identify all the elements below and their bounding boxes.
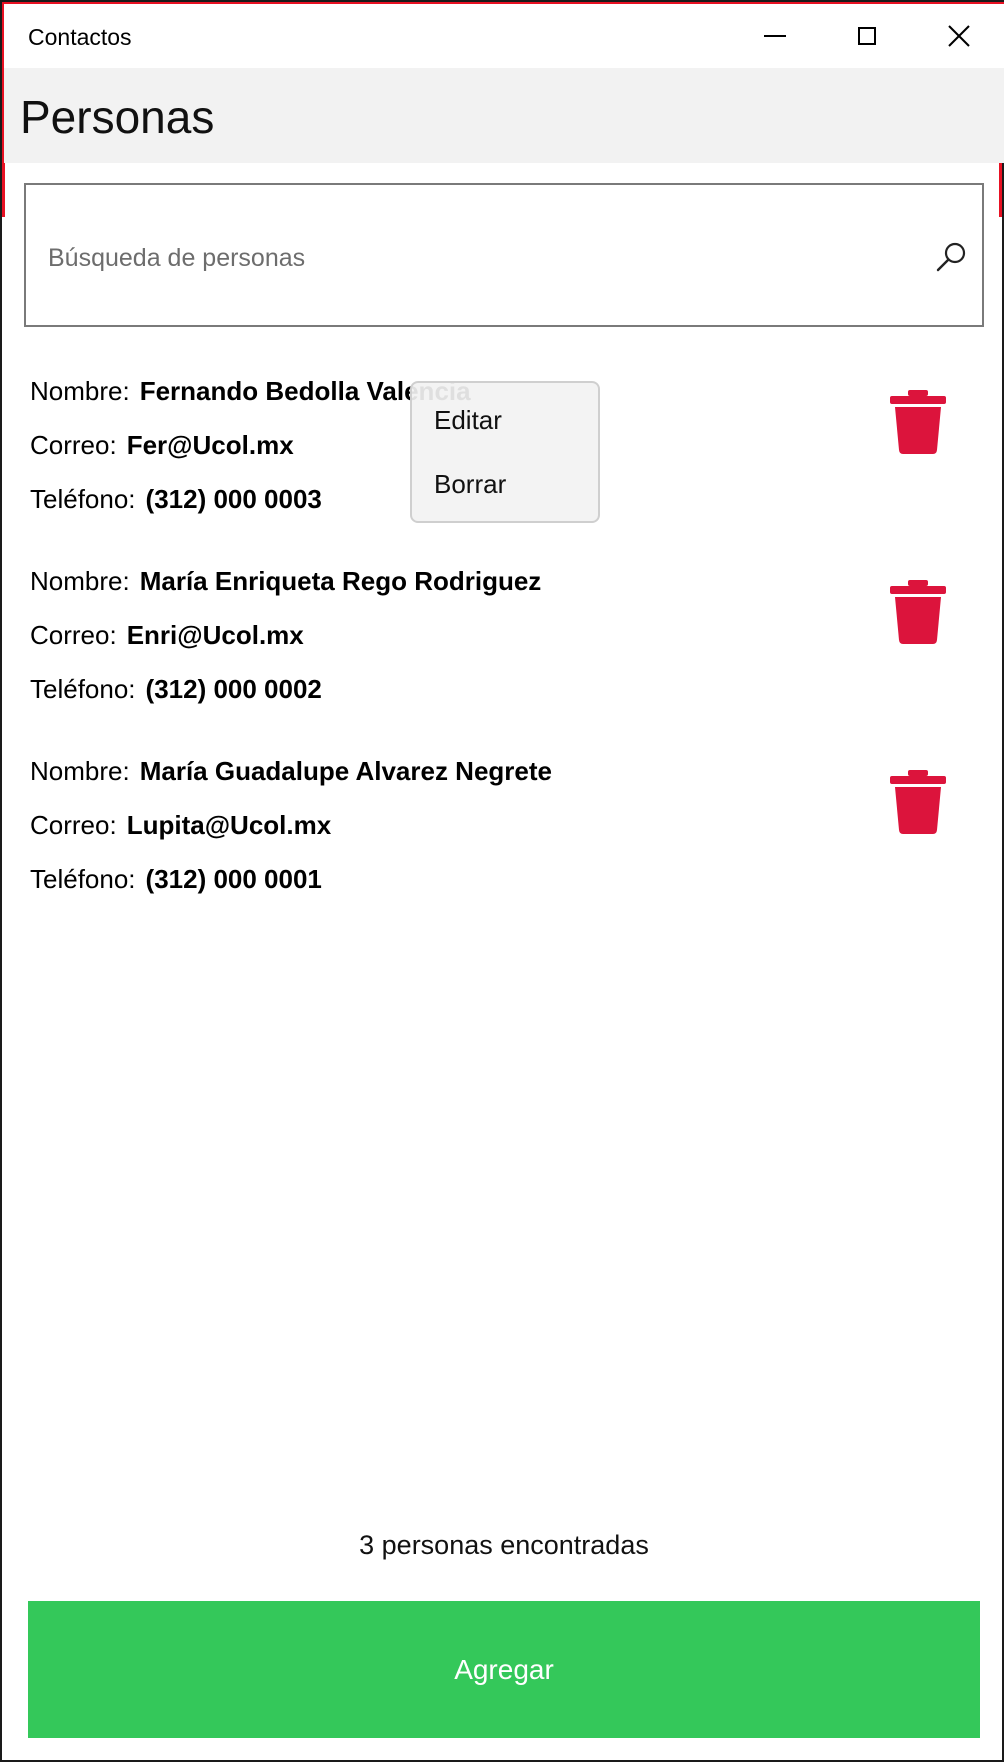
phone-label: Teléfono: xyxy=(30,864,136,894)
menu-item-label: Editar xyxy=(434,405,502,435)
phone-label: Teléfono: xyxy=(30,484,136,514)
menu-item-borrar[interactable]: Borrar xyxy=(412,451,598,511)
menu-item-label: Borrar xyxy=(434,469,507,499)
page-header: Personas xyxy=(4,68,1004,163)
contact-email: Fer@Ucol.mx xyxy=(126,430,294,460)
add-button[interactable]: Agregar xyxy=(28,1601,980,1738)
contact-email-row: Correo: Lupita@Ucol.mx xyxy=(30,810,331,841)
contact-phone-row: Teléfono: (312) 000 0003 xyxy=(30,484,322,515)
name-label: Nombre: xyxy=(30,376,130,406)
contact-name: María Guadalupe Alvarez Negrete xyxy=(139,756,552,786)
menu-item-editar[interactable]: Editar xyxy=(412,387,598,447)
contact-phone: (312) 000 0002 xyxy=(145,674,322,704)
close-button[interactable] xyxy=(914,4,1004,68)
contact-item[interactable]: Nombre: María Enriqueta Rego Rodriguez Co… xyxy=(30,552,970,722)
close-icon xyxy=(948,25,970,47)
contact-phone-row: Teléfono: (312) 000 0002 xyxy=(30,674,322,705)
maximize-icon xyxy=(858,27,876,45)
maximize-button[interactable] xyxy=(822,4,912,68)
page-title: Personas xyxy=(20,91,215,143)
contact-name: María Enriqueta Rego Rodriguez xyxy=(139,566,542,596)
contact-phone-row: Teléfono: (312) 000 0001 xyxy=(30,864,322,895)
email-label: Correo: xyxy=(30,620,117,650)
search-input[interactable] xyxy=(46,235,930,281)
minimize-button[interactable] xyxy=(730,4,820,68)
add-button-label: Agregar xyxy=(454,1653,554,1685)
contact-name-row: Nombre: María Enriqueta Rego Rodriguez xyxy=(30,566,541,597)
window-title: Contactos xyxy=(28,24,132,50)
contact-phone: (312) 000 0003 xyxy=(145,484,322,514)
contact-name-row: Nombre: María Guadalupe Alvarez Negrete xyxy=(30,756,552,787)
name-label: Nombre: xyxy=(30,566,130,596)
results-count: 3 personas encontradas xyxy=(359,1530,649,1560)
email-label: Correo: xyxy=(30,810,117,840)
contact-name-row: Nombre: Fernando Bedolla Valencia xyxy=(30,376,471,407)
name-label: Nombre: xyxy=(30,756,130,786)
contact-email: Lupita@Ucol.mx xyxy=(126,810,332,840)
minimize-icon xyxy=(764,35,786,37)
search-icon[interactable] xyxy=(932,237,972,277)
trash-icon[interactable] xyxy=(890,770,946,834)
email-label: Correo: xyxy=(30,430,117,460)
contact-item[interactable]: Nombre: María Guadalupe Alvarez Negrete C… xyxy=(30,742,970,912)
title-bar: Contactos xyxy=(4,4,1004,68)
contact-phone: (312) 000 0001 xyxy=(145,864,322,894)
contact-email: Enri@Ucol.mx xyxy=(126,620,304,650)
search-box xyxy=(24,183,984,327)
trash-icon[interactable] xyxy=(890,390,946,454)
phone-label: Teléfono: xyxy=(30,674,136,704)
contact-email-row: Correo: Enri@Ucol.mx xyxy=(30,620,304,651)
contact-email-row: Correo: Fer@Ucol.mx xyxy=(30,430,294,461)
app-window: Contactos Personas Nombre:Fernando Bedol… xyxy=(0,0,1004,1762)
trash-icon[interactable] xyxy=(890,580,946,644)
context-menu: Editar Borrar xyxy=(410,381,600,523)
